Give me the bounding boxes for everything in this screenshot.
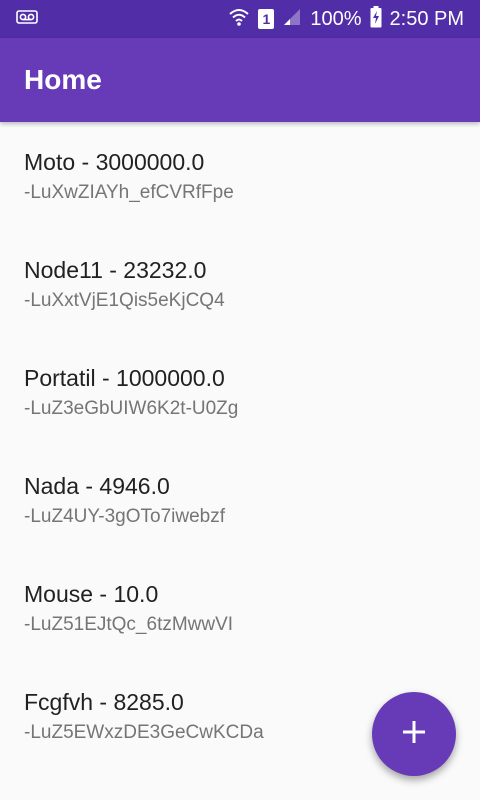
voicemail-icon xyxy=(16,9,38,29)
item-subtitle: -LuZ51EJtQc_6tzMwwVI xyxy=(24,614,234,635)
list-item[interactable]: Node11 - 23232.0 -LuXxtVjE1Qis5eKjCQ4 xyxy=(0,230,480,338)
item-subtitle: -LuZ3eGbUIW6K2t-U0Zg xyxy=(24,398,239,419)
plus-icon xyxy=(402,720,426,749)
status-right: 1 100% 2:50 PM xyxy=(228,5,464,33)
app-bar: Home xyxy=(0,38,480,122)
item-subtitle: -LuXxtVjE1Qis5eKjCQ4 xyxy=(24,290,225,311)
list-item[interactable]: Moto - 3000000.0 -LuXwZIAYh_efCVRfFpe xyxy=(0,122,480,230)
item-title: Mouse - 10.0 xyxy=(24,581,159,607)
add-button[interactable] xyxy=(372,692,456,776)
wifi-icon xyxy=(228,7,250,32)
list-item[interactable]: Nada - 4946.0 -LuZ4UY-3gOTo7iwebzf xyxy=(0,446,480,554)
item-title: Moto - 3000000.0 xyxy=(24,149,205,175)
item-title: Nada - 4946.0 xyxy=(24,473,170,499)
item-subtitle: -LuZ4UY-3gOTo7iwebzf xyxy=(24,506,226,527)
status-left xyxy=(16,9,228,29)
status-time: 2:50 PM xyxy=(389,8,464,30)
sim-badge: 1 xyxy=(258,9,275,29)
item-list: Moto - 3000000.0 -LuXwZIAYh_efCVRfFpe No… xyxy=(0,122,480,770)
battery-percent: 100% xyxy=(310,8,362,30)
battery-charging-icon xyxy=(370,5,382,33)
item-title: Portatil - 1000000.0 xyxy=(24,365,225,391)
page-title: Home xyxy=(24,64,102,95)
item-title: Node11 - 23232.0 xyxy=(24,257,207,283)
list-item[interactable]: Mouse - 10.0 -LuZ51EJtQc_6tzMwwVI xyxy=(0,554,480,662)
status-bar: 1 100% 2:50 PM xyxy=(0,0,480,38)
signal-icon xyxy=(282,7,302,32)
item-subtitle: -LuXwZIAYh_efCVRfFpe xyxy=(24,182,234,203)
list-item[interactable]: Portatil - 1000000.0 -LuZ3eGbUIW6K2t-U0Z… xyxy=(0,338,480,446)
